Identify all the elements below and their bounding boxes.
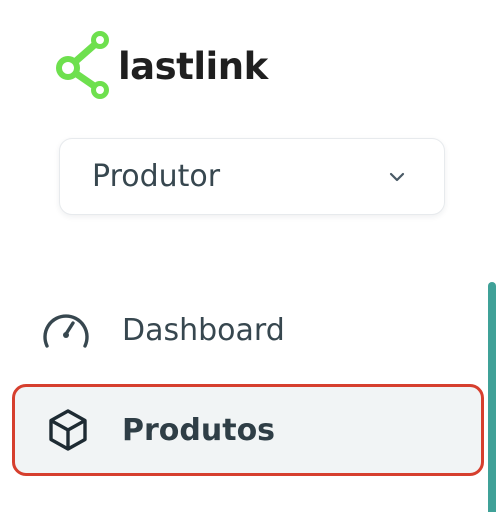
sidebar: lastlink Produtor Dashboard Produtos <box>0 0 500 512</box>
nav-item-dashboard-label: Dashboard <box>122 312 285 348</box>
nav-item-produtos-label: Produtos <box>122 412 276 448</box>
cube-icon <box>40 402 96 458</box>
gauge-icon <box>38 302 94 358</box>
role-selector-value: Produtor <box>92 159 221 194</box>
scrollbar[interactable] <box>488 282 496 512</box>
nav-item-dashboard[interactable]: Dashboard <box>12 284 484 376</box>
network-nodes-icon <box>56 31 109 99</box>
role-selector[interactable]: Produtor <box>59 138 445 215</box>
chevron-down-icon <box>389 172 405 181</box>
nav-item-produtos[interactable]: Produtos <box>12 384 484 476</box>
brand-logo[interactable]: lastlink <box>56 30 268 102</box>
brand-name: lastlink <box>118 44 268 88</box>
